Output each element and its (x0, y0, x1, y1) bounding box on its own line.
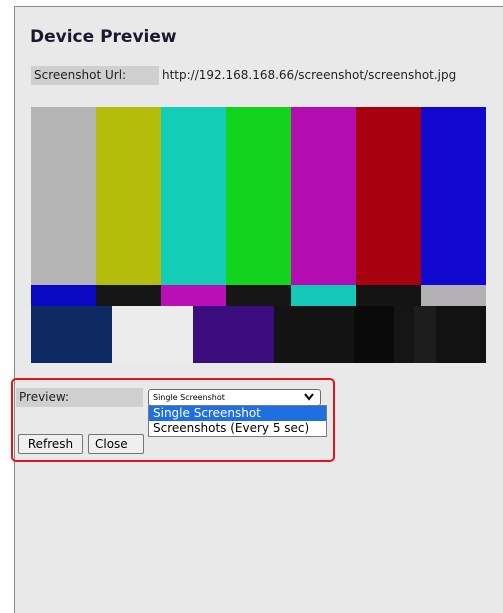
refresh-button[interactable]: Refresh (18, 434, 83, 454)
screenshot-url-label: Screenshot Url: (31, 66, 159, 85)
option-screenshots-every-5-sec[interactable]: Screenshots (Every 5 sec) (149, 421, 326, 436)
preview-mode-dropdown-list: Single Screenshot Screenshots (Every 5 s… (148, 405, 327, 437)
color-bar-top (291, 107, 357, 285)
preview-mode-selected-value: Single Screenshot (153, 393, 225, 402)
color-bar-top (356, 107, 422, 285)
color-bar-middle (356, 285, 422, 306)
color-bar-middle (291, 285, 357, 306)
color-bar-bottom (414, 306, 437, 363)
color-bar-middle (31, 285, 97, 306)
preview-label: Preview: (16, 388, 143, 407)
color-bar-middle (161, 285, 227, 306)
option-single-screenshot[interactable]: Single Screenshot (149, 406, 326, 421)
screenshot-preview-image (31, 107, 486, 363)
color-bar-bottom (193, 306, 275, 363)
color-bar-top (421, 107, 486, 285)
color-bars-test-pattern (31, 107, 486, 363)
color-bar-middle (96, 285, 162, 306)
color-bar-bottom (112, 306, 194, 363)
chevron-down-icon (304, 393, 314, 401)
color-bar-bottom (394, 306, 415, 363)
color-bar-top (31, 107, 97, 285)
color-bar-bottom (354, 306, 395, 363)
color-bar-top (161, 107, 227, 285)
color-bar-top (226, 107, 292, 285)
close-button[interactable]: Close (88, 434, 144, 454)
color-bar-bottom (31, 306, 113, 363)
color-bar-bottom (274, 306, 355, 363)
preview-mode-select[interactable]: Single Screenshot (148, 389, 321, 406)
screenshot-url-value: http://192.168.168.66/screenshot/screens… (162, 68, 457, 82)
color-bar-middle (421, 285, 486, 306)
device-preview-panel: Device Preview Screenshot Url: http://19… (14, 6, 503, 613)
color-bar-bottom (436, 306, 486, 363)
color-bar-top (96, 107, 162, 285)
page-title: Device Preview (30, 27, 177, 47)
color-bar-middle (226, 285, 292, 306)
